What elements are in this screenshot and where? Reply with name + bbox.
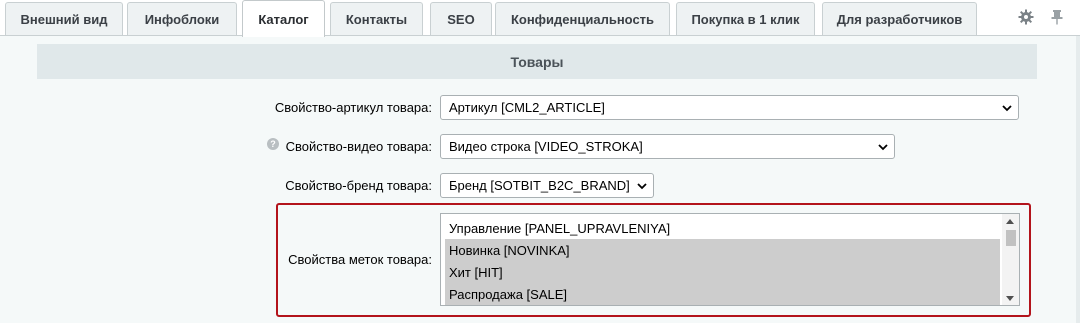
article-property-select[interactable]: Артикул [CML2_ARTICLE] bbox=[440, 95, 1019, 120]
section-header: Товары bbox=[37, 44, 1037, 79]
tab-developers[interactable]: Для разработчиков bbox=[822, 2, 977, 36]
chevron-down-icon bbox=[878, 144, 888, 151]
scroll-edge bbox=[1076, 36, 1080, 323]
scroll-up-icon[interactable] bbox=[1006, 219, 1014, 224]
brand-property-select[interactable]: Бренд [SOTBIT_B2C_BRAND] bbox=[440, 173, 654, 198]
scroll-down-icon[interactable] bbox=[1006, 296, 1014, 301]
tab-bar: Внешний вид Инфоблоки Каталог Контакты S… bbox=[0, 0, 1080, 37]
list-item[interactable]: Хит [HIT] bbox=[445, 261, 1000, 283]
chevron-down-icon bbox=[1002, 105, 1012, 112]
tab-contacts[interactable]: Контакты bbox=[330, 2, 423, 36]
list-item[interactable]: Распродажа [SALE] bbox=[445, 283, 1000, 305]
tab-seo[interactable]: SEO bbox=[430, 2, 492, 36]
video-property-label: Свойство-видео товара: bbox=[285, 139, 432, 154]
chevron-down-icon bbox=[637, 183, 647, 190]
label-properties-multiselect[interactable]: Управление [PANEL_UPRAVLENIYA] Новинка [… bbox=[440, 213, 1020, 306]
list-item[interactable]: Новинка [NOVINKA] bbox=[445, 239, 1000, 261]
tab-one-click-purchase[interactable]: Покупка в 1 клик bbox=[676, 2, 815, 36]
list-item[interactable]: Управление [PANEL_UPRAVLENIYA] bbox=[445, 217, 1000, 239]
section-title: Товары bbox=[510, 53, 564, 70]
article-property-label: Свойство-артикул товара: bbox=[274, 100, 432, 115]
brand-property-value: Бренд [SOTBIT_B2C_BRAND] bbox=[449, 178, 630, 193]
label-properties-label: Свойства меток товара: bbox=[288, 252, 432, 267]
listbox-scrollbar[interactable] bbox=[1002, 214, 1019, 305]
video-property-select[interactable]: Видео строка [VIDEO_STROKA] bbox=[440, 134, 895, 159]
tab-catalog[interactable]: Каталог bbox=[242, 0, 325, 37]
pin-icon[interactable] bbox=[1047, 7, 1067, 27]
tab-privacy[interactable]: Конфиденциальность bbox=[495, 2, 670, 36]
help-icon[interactable]: ? bbox=[267, 138, 279, 150]
article-property-value: Артикул [CML2_ARTICLE] bbox=[449, 100, 605, 115]
gear-icon[interactable] bbox=[1016, 7, 1036, 27]
tab-appearance[interactable]: Внешний вид bbox=[5, 2, 123, 36]
video-property-value: Видео строка [VIDEO_STROKA] bbox=[449, 139, 643, 154]
scrollbar-thumb[interactable] bbox=[1006, 230, 1016, 246]
brand-property-label: Свойство-бренд товара: bbox=[285, 178, 432, 193]
tab-infoblocks[interactable]: Инфоблоки bbox=[127, 2, 237, 36]
